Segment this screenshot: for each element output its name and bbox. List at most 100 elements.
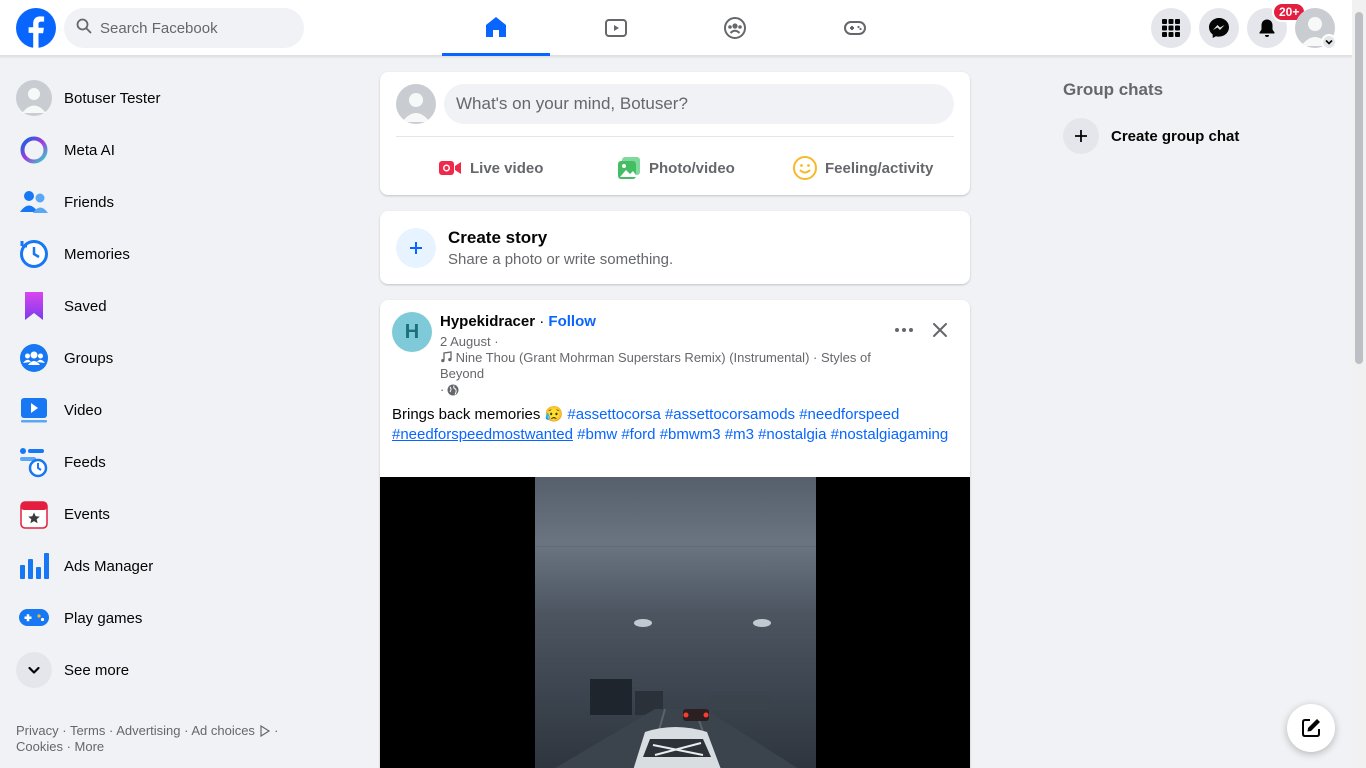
grid-menu-icon (1162, 19, 1180, 37)
memories-icon (16, 236, 52, 272)
menu-button[interactable] (1151, 8, 1191, 48)
post-date[interactable]: 2 August · (440, 334, 499, 349)
play-games-icon (16, 600, 52, 636)
plus-icon (1063, 118, 1099, 154)
author-name[interactable]: Hypekidracer (440, 313, 535, 330)
hashtag-link[interactable]: #nostalgiagaming (831, 426, 949, 443)
messenger-icon (1209, 18, 1229, 38)
sidebar-item-see-more[interactable]: See more (8, 644, 352, 696)
sidebar-item-saved[interactable]: Saved (8, 280, 352, 332)
chevron-down-icon (16, 652, 52, 688)
more-icon (895, 328, 913, 332)
post-composer: What's on your mind, Botuser? Live video… (380, 72, 970, 195)
sidebar-item-meta-ai[interactable]: Meta AI (8, 124, 352, 176)
ad-choices-icon (259, 724, 270, 738)
sidebar-item-feeds[interactable]: Feeds (8, 436, 352, 488)
post-video[interactable] (380, 477, 970, 768)
live-video-icon (439, 161, 461, 175)
scrollbar-thumb[interactable] (1355, 12, 1363, 364)
privacy-link[interactable]: Privacy (16, 723, 59, 738)
tab-gaming[interactable] (801, 0, 909, 56)
create-story-title: Create story (448, 228, 548, 247)
music-title: Nine Thou (Grant Mohrman Superstars Remi… (440, 350, 871, 381)
sidebar-item-groups[interactable]: Groups (8, 332, 352, 384)
photo-icon (618, 157, 640, 179)
profile-avatar-icon (16, 80, 52, 116)
advertising-link[interactable]: Advertising (116, 723, 180, 738)
cookies-link[interactable]: Cookies (16, 739, 63, 754)
create-group-chat-button[interactable]: Create group chat (1063, 116, 1239, 156)
friends-icon (16, 184, 52, 220)
meta-ai-icon (16, 132, 52, 168)
search-input[interactable] (100, 19, 280, 37)
create-story-card[interactable]: Create story Share a photo or write some… (380, 211, 970, 284)
privacy-prefix: · (440, 382, 445, 397)
feeling-activity-label: Feeling/activity (825, 159, 934, 177)
privacy-indicator: · (440, 382, 459, 397)
home-icon (486, 16, 506, 37)
search-box[interactable] (64, 8, 304, 48)
chevron-down-icon[interactable] (1321, 34, 1337, 50)
sidebar-item-label: Events (64, 505, 110, 523)
groups-icon (16, 340, 52, 376)
avatar[interactable] (396, 84, 436, 124)
tab-home[interactable] (442, 0, 550, 56)
new-message-button[interactable] (1287, 704, 1335, 752)
sidebar-item-video[interactable]: Video (8, 384, 352, 436)
sidebar-item-friends[interactable]: Friends (8, 176, 352, 228)
divider (396, 136, 954, 137)
post-options-button[interactable] (888, 314, 920, 346)
live-video-button[interactable]: Live video (438, 148, 543, 188)
ad-choices-link[interactable]: Ad choices (191, 723, 255, 738)
hashtag-link[interactable]: #bmw (577, 426, 617, 443)
tab-groups[interactable] (681, 0, 789, 56)
video-icon (16, 392, 52, 428)
post-author-line: Hypekidracer · Follow (440, 313, 596, 330)
sidebar-item-play-games[interactable]: Play games (8, 592, 352, 644)
feeds-icon (16, 444, 52, 480)
page-scrollbar[interactable] (1352, 0, 1366, 768)
saved-icon (16, 288, 52, 324)
hashtag-link[interactable]: #assettocorsamods (665, 406, 795, 423)
groups-icon (724, 17, 746, 39)
more-link[interactable]: More (75, 739, 105, 754)
footer-links: Privacy · Terms · Advertising · Ad choic… (16, 723, 279, 754)
messenger-button[interactable] (1199, 8, 1239, 48)
sidebar-item-label: Botuser Tester (64, 89, 161, 107)
author-avatar[interactable]: H (392, 312, 432, 352)
hashtag-link[interactable]: #assettocorsa (567, 406, 660, 423)
sidebar-item-profile[interactable]: Botuser Tester (8, 72, 352, 124)
sidebar-item-label: Ads Manager (64, 557, 154, 575)
whats-on-your-mind-input[interactable]: What's on your mind, Botuser? (444, 84, 954, 124)
hashtag-link[interactable]: #needforspeedmostwanted (392, 426, 573, 443)
post-music[interactable]: Nine Thou (Grant Mohrman Superstars Remi… (440, 350, 890, 382)
hashtag-link[interactable]: #needforspeed (799, 406, 899, 423)
sidebar-item-label: Feeds (64, 453, 106, 471)
feeling-activity-button[interactable]: Feeling/activity (793, 148, 933, 188)
hashtag-link[interactable]: #ford (621, 426, 655, 443)
music-note-icon (441, 351, 452, 363)
live-video-label: Live video (470, 159, 544, 177)
sidebar-item-events[interactable]: Events (8, 488, 352, 540)
ads-manager-icon (16, 548, 52, 584)
gaming-icon (844, 21, 866, 35)
follow-link[interactable]: Follow (548, 313, 596, 330)
tab-video[interactable] (562, 0, 670, 56)
globe-icon[interactable] (447, 384, 459, 396)
compose-icon (1302, 719, 1320, 737)
events-icon (16, 496, 52, 532)
plus-icon (396, 228, 436, 268)
sidebar-item-memories[interactable]: Memories (8, 228, 352, 280)
post-message: Brings back memories 😥 (392, 406, 564, 423)
photo-video-button[interactable]: Photo/video (617, 148, 735, 188)
hashtag-link[interactable]: #m3 (725, 426, 754, 443)
facebook-logo-icon[interactable] (16, 8, 56, 48)
sidebar-item-label: Meta AI (64, 141, 115, 159)
hashtag-link[interactable]: #nostalgia (758, 426, 826, 443)
hide-post-button[interactable] (924, 314, 956, 346)
sidebar-item-label: Saved (64, 297, 107, 315)
group-chats-heading: Group chats (1063, 80, 1164, 99)
hashtag-link[interactable]: #bmwm3 (660, 426, 721, 443)
sidebar-item-ads-manager[interactable]: Ads Manager (8, 540, 352, 592)
terms-link[interactable]: Terms (70, 723, 105, 738)
